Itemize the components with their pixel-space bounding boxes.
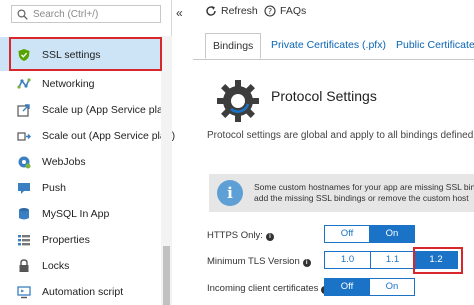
sidebar-item-mysql-in-app[interactable]: MySQL In App [0,201,161,227]
tab-private-certificates[interactable]: Private Certificates (.pfx) [264,33,393,59]
tls-option-1-0[interactable]: 1.0 [324,251,371,269]
min-tls-label: Minimum TLS Version i [207,256,311,267]
sidebar-item-label: Locks [42,260,70,272]
sidebar-item-scale-out[interactable]: Scale out (App Service plan) [0,123,175,149]
sidebar-item-webjobs[interactable]: WebJobs [0,149,161,175]
info-text-line1: Some custom hostnames for your app are m… [254,182,474,192]
protocol-description: Protocol settings are global and apply t… [207,130,474,141]
question-icon: ? [264,5,280,17]
https-only-on[interactable]: On [369,225,415,243]
network-icon [17,77,31,91]
info-icon: i [217,180,243,206]
tab-bindings[interactable]: Bindings [205,33,262,59]
search-placeholder: Search (Ctrl+/) [33,9,99,20]
faqs-button[interactable]: ? FAQs [264,5,306,17]
lock-icon [17,259,31,273]
sidebar-item-push[interactable]: Push [0,175,161,201]
tab-public-certificates[interactable]: Public Certificates [389,33,474,59]
sidebar-item-label: Automation script [42,286,124,298]
sidebar-item-label: WebJobs [42,156,86,168]
faqs-label: FAQs [280,5,307,17]
scale-up-icon [17,103,31,117]
https-only-toggle[interactable]: Off On [324,225,415,243]
info-banner[interactable]: i Some custom hostnames for your app are… [209,174,474,212]
https-only-label: HTTPS Only: i [207,230,274,241]
properties-icon [17,233,31,247]
webjobs-icon [17,155,31,169]
collapse-chevron-icon[interactable]: « [176,6,183,20]
https-only-off[interactable]: Off [324,225,370,243]
info-text-line2: add the missing SSL bindings or remove t… [254,193,469,203]
client-certs-label: Incoming client certificatesi [207,283,330,294]
gear-icon [215,78,261,127]
page-title: Protocol Settings [271,88,377,104]
sidebar-item-locks[interactable]: Locks [0,253,161,279]
mysql-icon [17,207,31,221]
sidebar-item-properties[interactable]: Properties [0,227,161,253]
client-certs-on[interactable]: On [369,278,415,296]
help-icon[interactable]: i [265,233,274,241]
main-content: Refresh ? FAQs Bindings Private Certifica… [193,0,474,305]
command-bar: Refresh ? FAQs [193,0,474,24]
sidebar-item-label: Scale out (App Service plan) [42,130,176,142]
scale-out-icon [17,129,31,143]
sidebar-item-networking[interactable]: Networking [0,71,161,97]
sidebar-item-label: Networking [42,78,95,90]
help-icon[interactable]: i [302,259,311,267]
refresh-label: Refresh [221,5,258,17]
tls-option-1-1[interactable]: 1.1 [370,251,415,269]
automation-icon [17,285,31,299]
search-input[interactable]: Search (Ctrl+/) [11,5,161,23]
sidebar-item-scale-up[interactable]: Scale up (App Service plan) [0,97,172,123]
highlight-box-ssl-settings [9,37,162,71]
refresh-button[interactable]: Refresh [205,5,258,17]
tab-strip: Bindings Private Certificates (.pfx) Pub… [193,33,474,60]
push-icon [17,181,31,195]
sidebar-item-label: Properties [42,234,90,246]
sidebar-nav: SSL settings Networking Scale up (App Se… [0,37,175,305]
sidebar-item-label: Scale up (App Service plan) [42,104,173,116]
sidebar-item-automation-script[interactable]: Automation script [0,279,161,305]
sidebar-scrollbar[interactable] [161,36,172,305]
refresh-icon [205,5,221,17]
svg-text:?: ? [268,7,272,16]
scrollbar-thumb[interactable] [163,246,170,305]
search-icon [17,9,28,23]
client-certs-toggle[interactable]: Off On [324,278,415,296]
sidebar-item-label: MySQL In App [42,208,110,220]
highlight-box-tls [413,247,463,274]
client-certs-off[interactable]: Off [324,278,370,296]
sidebar-item-label: Push [42,182,66,194]
